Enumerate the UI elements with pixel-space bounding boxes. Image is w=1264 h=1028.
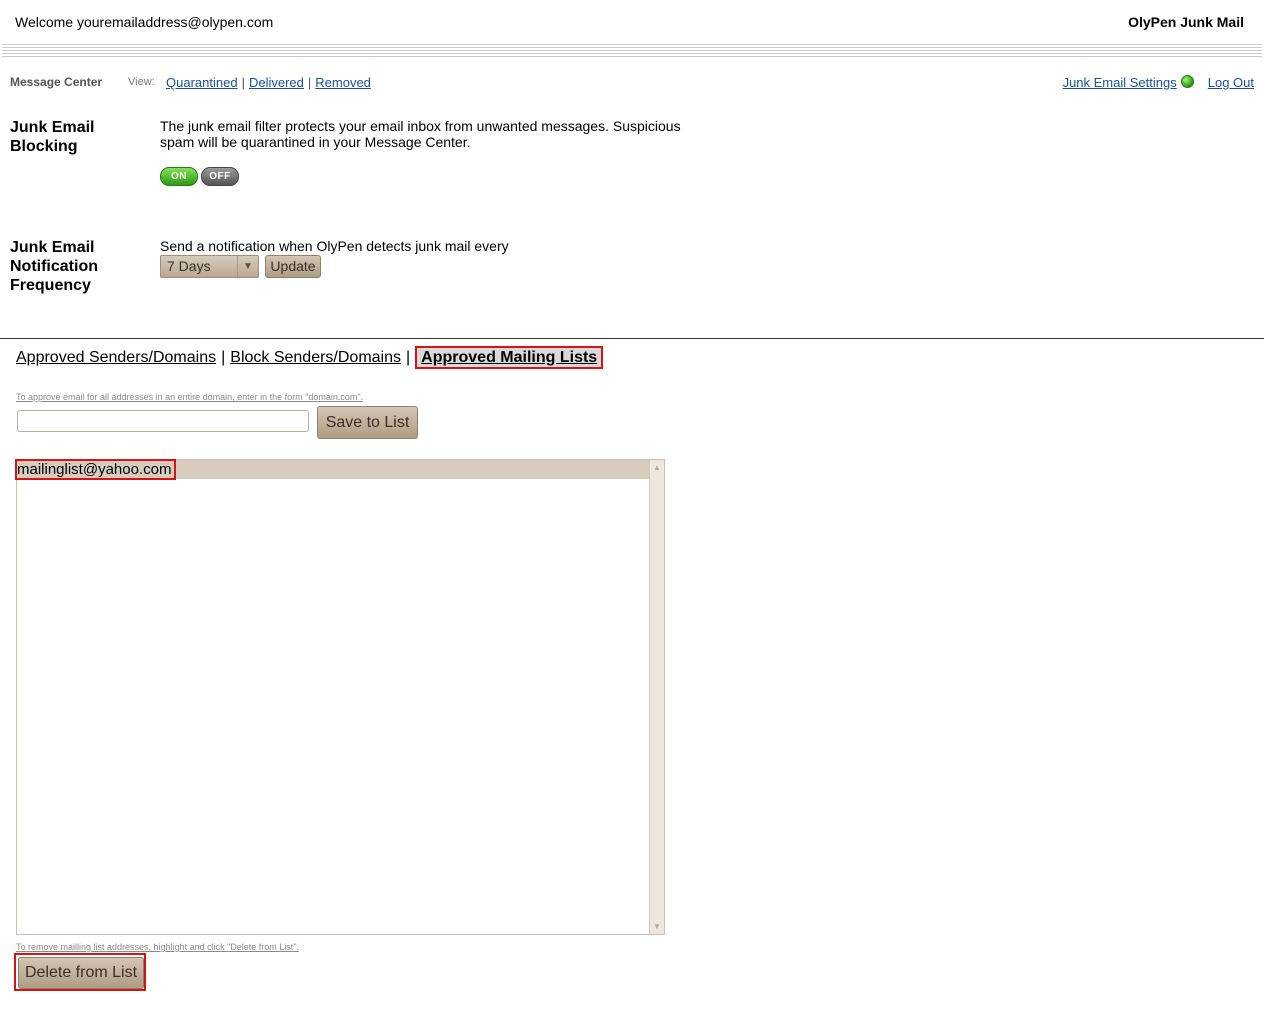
frequency-select[interactable]: 7 Days ▼ (160, 255, 259, 278)
blocking-description: The junk email filter protects your emai… (160, 118, 681, 150)
delete-hint: To remove mailling list addresses, highl… (16, 942, 300, 952)
link-removed[interactable]: Removed (315, 75, 371, 90)
link-quarantined[interactable]: Quarantined (166, 75, 238, 90)
page: Welcome youremailaddress@olypen.com OlyP… (0, 0, 1264, 1028)
save-to-list-button[interactable]: Save to List (317, 406, 418, 439)
notification-description: Send a notification when OlyPen detects … (160, 238, 509, 254)
address-input[interactable] (17, 410, 309, 432)
brand-title: OlyPen Junk Mail (1128, 14, 1244, 30)
blocking-label: Junk Email Blocking (10, 119, 95, 155)
section-divider (0, 338, 1264, 339)
account-links: Junk Email Settings Log Out (1063, 75, 1254, 90)
scrollbar[interactable]: ▲ ▼ (649, 460, 664, 934)
list-item[interactable]: mailinglist@yahoo.com (15, 459, 650, 480)
list-item-text: mailinglist@yahoo.com (15, 459, 177, 480)
tab-separator: | (406, 349, 411, 366)
tab-approved-mailing-lists[interactable]: Approved Mailing Lists (415, 346, 604, 369)
welcome-text: Welcome youremailaddress@olypen.com (15, 14, 274, 30)
list-tabs: Approved Senders/Domains | Block Senders/D… (16, 346, 604, 369)
mailing-list-box[interactable]: mailinglist@yahoo.com ▲ ▼ (15, 459, 665, 935)
dropdown-arrow-icon: ▼ (237, 256, 258, 277)
tab-approved-senders[interactable]: Approved Senders/Domains (16, 349, 216, 366)
scroll-up-icon[interactable]: ▲ (650, 463, 664, 472)
tab-separator: | (221, 349, 226, 366)
separator: | (307, 75, 312, 90)
top-bar: Welcome youremailaddress@olypen.com OlyP… (0, 0, 1264, 44)
add-hint: To approve email for all addresses in an… (16, 392, 364, 402)
header-divider (2, 44, 1262, 58)
logout-link[interactable]: Log Out (1208, 75, 1254, 90)
separator: | (241, 75, 245, 90)
notification-label: Junk Email Notification Frequency (10, 239, 98, 294)
blocking-off-toggle[interactable]: OFF (201, 167, 239, 186)
delete-highlight: Delete from List (14, 953, 146, 991)
frequency-value: 7 Days (167, 258, 211, 274)
delete-from-list-button[interactable]: Delete from List (18, 957, 144, 989)
view-label: View: (128, 76, 155, 88)
link-delivered[interactable]: Delivered (249, 75, 304, 90)
blocking-on-toggle[interactable]: ON (160, 167, 198, 186)
update-button[interactable]: Update (265, 255, 321, 278)
scroll-down-icon[interactable]: ▼ (650, 922, 664, 931)
tab-block-senders[interactable]: Block Senders/Domains (230, 349, 401, 366)
view-links: Quarantined | Delivered | Removed (166, 75, 371, 90)
junk-email-settings-link[interactable]: Junk Email Settings (1063, 75, 1177, 90)
message-center-label: Message Center (10, 75, 103, 89)
status-dot-icon (1180, 75, 1194, 88)
